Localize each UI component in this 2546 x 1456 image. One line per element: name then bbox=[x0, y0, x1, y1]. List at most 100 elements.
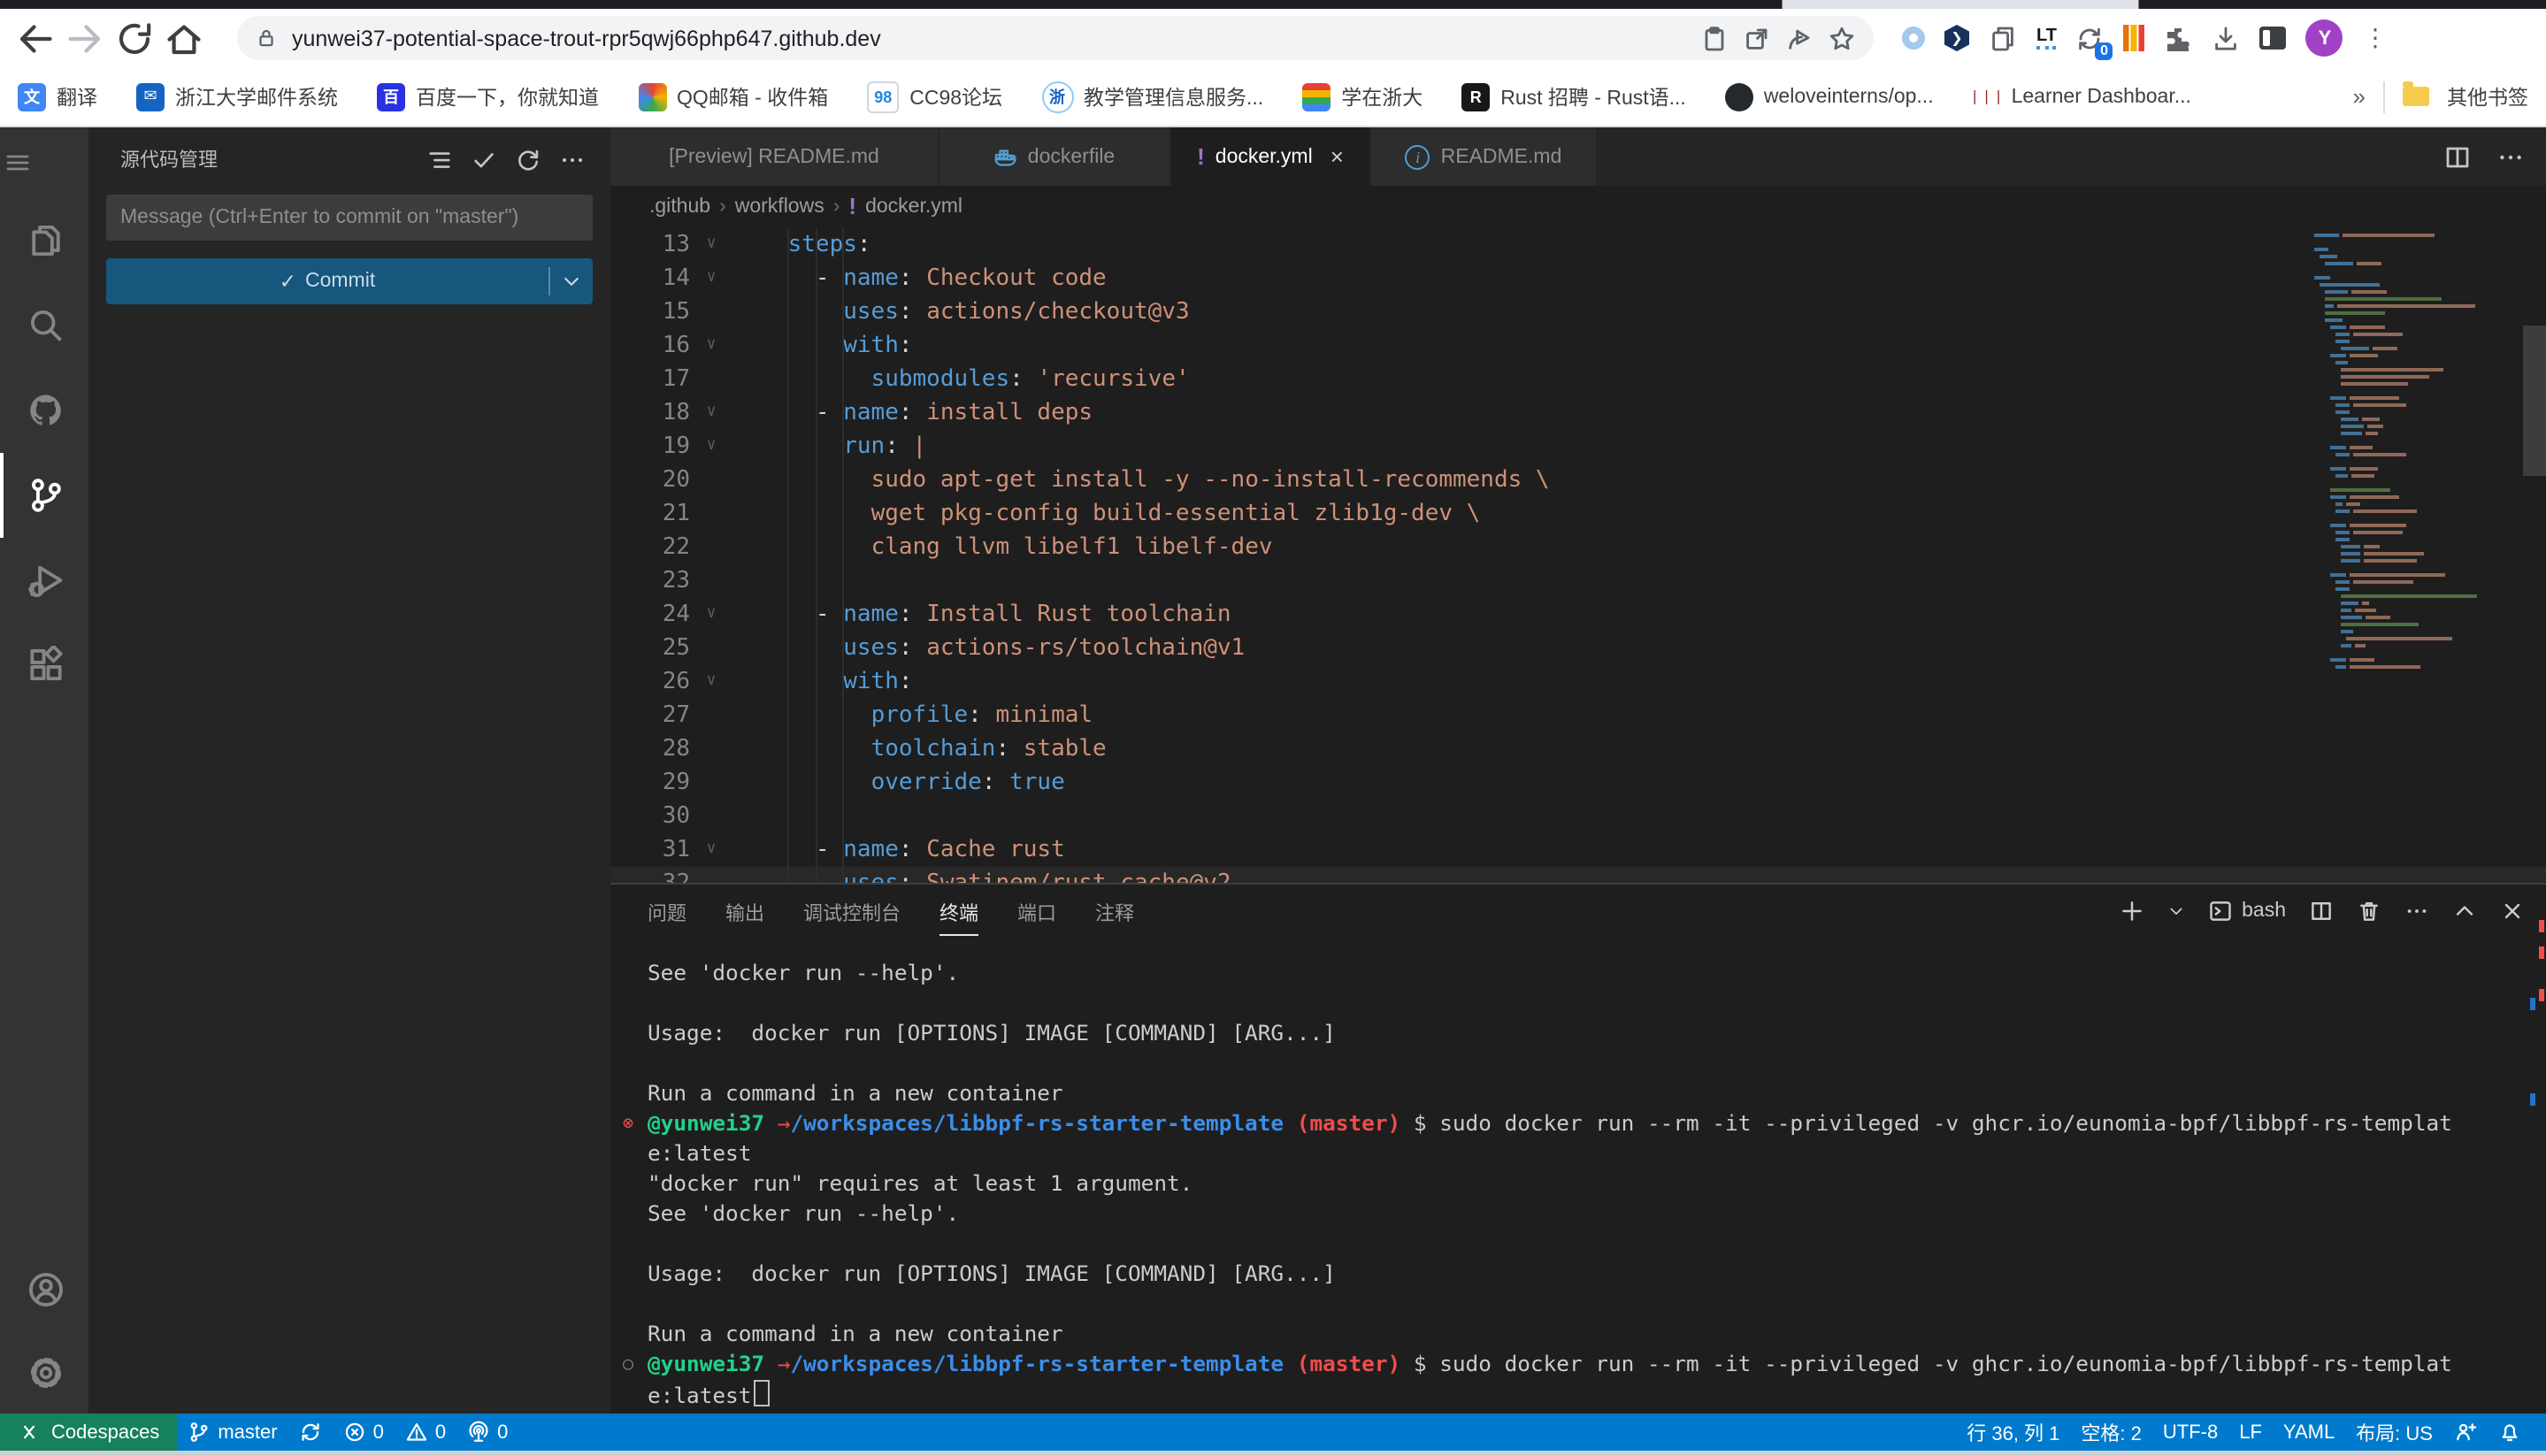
panel-tab-端口[interactable]: 端口 bbox=[1017, 887, 1056, 935]
extensions-puzzle-icon[interactable] bbox=[2165, 24, 2193, 52]
bookmark-xuezai-zju[interactable]: 学在浙大 bbox=[1302, 82, 1423, 111]
panel-tab-调试控制台[interactable]: 调试控制台 bbox=[803, 887, 901, 935]
explorer-icon[interactable] bbox=[27, 221, 65, 260]
fold-chevron[interactable]: ∨ bbox=[690, 665, 732, 699]
bookmark-github[interactable]: weloveinterns/op... bbox=[1725, 82, 1934, 111]
panel-tab-问题[interactable]: 问题 bbox=[648, 887, 686, 935]
status-error-count[interactable]: 0 bbox=[333, 1414, 395, 1451]
status-indentation[interactable]: 空格: 2 bbox=[2070, 1414, 2151, 1451]
tab-dockerfile[interactable]: dockerfile bbox=[939, 127, 1171, 186]
clipboard-icon[interactable] bbox=[1700, 24, 1729, 52]
forward-icon[interactable] bbox=[64, 17, 106, 59]
editor-scrollbar[interactable] bbox=[2523, 326, 2546, 476]
browser-menu-icon[interactable]: ⋮ bbox=[2363, 23, 2388, 53]
commit-button[interactable]: ✓Commit bbox=[106, 258, 593, 304]
bookmark-star-icon[interactable] bbox=[1828, 24, 1856, 52]
panel-tab-输出[interactable]: 输出 bbox=[725, 887, 764, 935]
code-line-17[interactable]: 17 submodules: 'recursive' bbox=[610, 363, 2546, 396]
reload-icon[interactable] bbox=[113, 17, 156, 59]
oval-extension-icon[interactable] bbox=[1902, 27, 1925, 50]
code-line-27[interactable]: 27 profile: minimal bbox=[610, 699, 2546, 732]
bookmark-learner-dashboard[interactable]: ❘❘❘Learner Dashboar... bbox=[1973, 82, 2191, 111]
open-window-icon[interactable] bbox=[1743, 24, 1771, 52]
fold-chevron[interactable]: ∨ bbox=[690, 430, 732, 464]
command-decoration-error[interactable]: ⊗ bbox=[623, 1109, 633, 1139]
menu-icon[interactable] bbox=[0, 127, 32, 198]
languagetool-icon[interactable]: LT bbox=[2036, 27, 2057, 50]
code-line-15[interactable]: 15 uses: actions/checkout@v3 bbox=[610, 295, 2546, 329]
downloads-icon[interactable] bbox=[2212, 24, 2241, 52]
breadcrumb-item[interactable]: docker.yml bbox=[865, 196, 962, 218]
code-editor[interactable]: 13∨ steps:14∨ - name: Checkout code15 us… bbox=[610, 228, 2546, 883]
fold-chevron[interactable]: ∨ bbox=[690, 598, 732, 632]
code-line-28[interactable]: 28 toolchain: stable bbox=[610, 732, 2546, 766]
status-language-mode[interactable]: YAML bbox=[2273, 1414, 2345, 1451]
panel-tab-注释[interactable]: 注释 bbox=[1095, 887, 1134, 935]
tab-docker.yml[interactable]: !docker.yml× bbox=[1171, 127, 1371, 186]
code-line-14[interactable]: 14∨ - name: Checkout code bbox=[610, 262, 2546, 295]
bookmark-cc98[interactable]: 98CC98论坛 bbox=[867, 80, 1002, 112]
more-actions-icon[interactable] bbox=[559, 146, 586, 172]
bookmark-baidu[interactable]: 百百度一下，你就知道 bbox=[377, 82, 599, 111]
fold-chevron[interactable]: ∨ bbox=[690, 396, 732, 430]
tab-readme.md[interactable]: iREADME.md bbox=[1371, 127, 1598, 186]
code-line-25[interactable]: 25 uses: actions-rs/toolchain@v1 bbox=[610, 632, 2546, 665]
terminal-picker-chevron[interactable] bbox=[2167, 899, 2185, 923]
maximize-panel-icon[interactable] bbox=[2452, 899, 2477, 923]
code-line-21[interactable]: 21 wget pkg-config build-essential zlib1… bbox=[610, 497, 2546, 531]
breadcrumb-item[interactable]: workflows bbox=[735, 196, 824, 218]
panel-more-icon[interactable] bbox=[2404, 899, 2429, 923]
split-editor-icon[interactable] bbox=[2443, 142, 2472, 171]
commit-check-icon[interactable] bbox=[471, 146, 497, 172]
status-ports-status[interactable]: 0 bbox=[456, 1414, 518, 1451]
back-icon[interactable] bbox=[14, 17, 57, 59]
code-line-29[interactable]: 29 override: true bbox=[610, 766, 2546, 800]
status-codespaces-remote-indicator[interactable]: Codespaces bbox=[0, 1414, 177, 1451]
panel-tab-终端[interactable]: 终端 bbox=[939, 887, 978, 935]
code-line-16[interactable]: 16∨ with: bbox=[610, 329, 2546, 363]
code-extension-icon[interactable]: ❯ bbox=[1944, 25, 1969, 51]
share-icon[interactable] bbox=[1785, 24, 1814, 52]
bookmark-zju-teaching[interactable]: 浙教学管理信息服务... bbox=[1041, 80, 1263, 112]
status-warning-count[interactable]: 0 bbox=[395, 1414, 456, 1451]
tab--preview-readme.md[interactable]: [Preview] README.md bbox=[610, 127, 939, 186]
code-line-24[interactable]: 24∨ - name: Install Rust toolchain bbox=[610, 598, 2546, 632]
kill-terminal-icon[interactable] bbox=[2357, 899, 2381, 923]
profile-avatar[interactable]: Y bbox=[2306, 19, 2343, 57]
status-eol[interactable]: LF bbox=[2228, 1414, 2273, 1451]
code-line-23[interactable]: 23 bbox=[610, 564, 2546, 598]
code-line-31[interactable]: 31∨ - name: Cache rust bbox=[610, 833, 2546, 867]
status-cursor-position[interactable]: 行 36, 列 1 bbox=[1956, 1414, 2070, 1451]
code-line-20[interactable]: 20 sudo apt-get install -y --no-install-… bbox=[610, 464, 2546, 497]
editor-more-icon[interactable] bbox=[2496, 142, 2525, 171]
chevron-down-icon[interactable] bbox=[561, 271, 582, 292]
side-panel-icon[interactable] bbox=[2260, 27, 2287, 50]
code-line-19[interactable]: 19∨ run: | bbox=[610, 430, 2546, 464]
address-bar[interactable]: yunwei37-potential-space-trout-rpr5qwj66… bbox=[237, 16, 1874, 60]
commit-message-input[interactable] bbox=[106, 195, 593, 241]
view-list-icon[interactable] bbox=[426, 146, 453, 172]
bookmark-rust[interactable]: RRust 招聘 - Rust语... bbox=[1461, 82, 1686, 111]
close-icon[interactable]: × bbox=[1331, 143, 1344, 170]
code-line-26[interactable]: 26∨ with: bbox=[610, 665, 2546, 699]
split-terminal-icon[interactable] bbox=[2309, 899, 2334, 923]
status-encoding[interactable]: UTF-8 bbox=[2152, 1414, 2228, 1451]
terminal-instance[interactable]: bash bbox=[2208, 899, 2286, 923]
source-control-icon[interactable] bbox=[27, 476, 65, 515]
github-icon[interactable] bbox=[27, 391, 65, 430]
highlighter-extension-icon[interactable] bbox=[2124, 25, 2145, 51]
run-debug-icon[interactable] bbox=[27, 561, 65, 600]
settings-gear-icon[interactable] bbox=[27, 1353, 65, 1392]
code-line-18[interactable]: 18∨ - name: install deps bbox=[610, 396, 2546, 430]
fold-chevron[interactable]: ∨ bbox=[690, 833, 732, 867]
search-icon[interactable] bbox=[27, 306, 65, 345]
bookmarks-overflow-chevron[interactable]: » bbox=[2353, 83, 2366, 110]
code-line-22[interactable]: 22 clang llvm libelf1 libelf-dev bbox=[610, 531, 2546, 564]
close-panel-icon[interactable] bbox=[2500, 899, 2525, 923]
breadcrumb-item[interactable]: .github bbox=[649, 196, 710, 218]
status-git-branch-status[interactable]: master bbox=[177, 1414, 288, 1451]
bookmark-qq-mail[interactable]: QQ邮箱 - 收件箱 bbox=[638, 82, 828, 111]
other-bookmarks[interactable]: 其他书签 bbox=[2447, 82, 2528, 111]
home-icon[interactable] bbox=[163, 17, 205, 59]
copy-extension-icon[interactable] bbox=[1989, 24, 2017, 52]
